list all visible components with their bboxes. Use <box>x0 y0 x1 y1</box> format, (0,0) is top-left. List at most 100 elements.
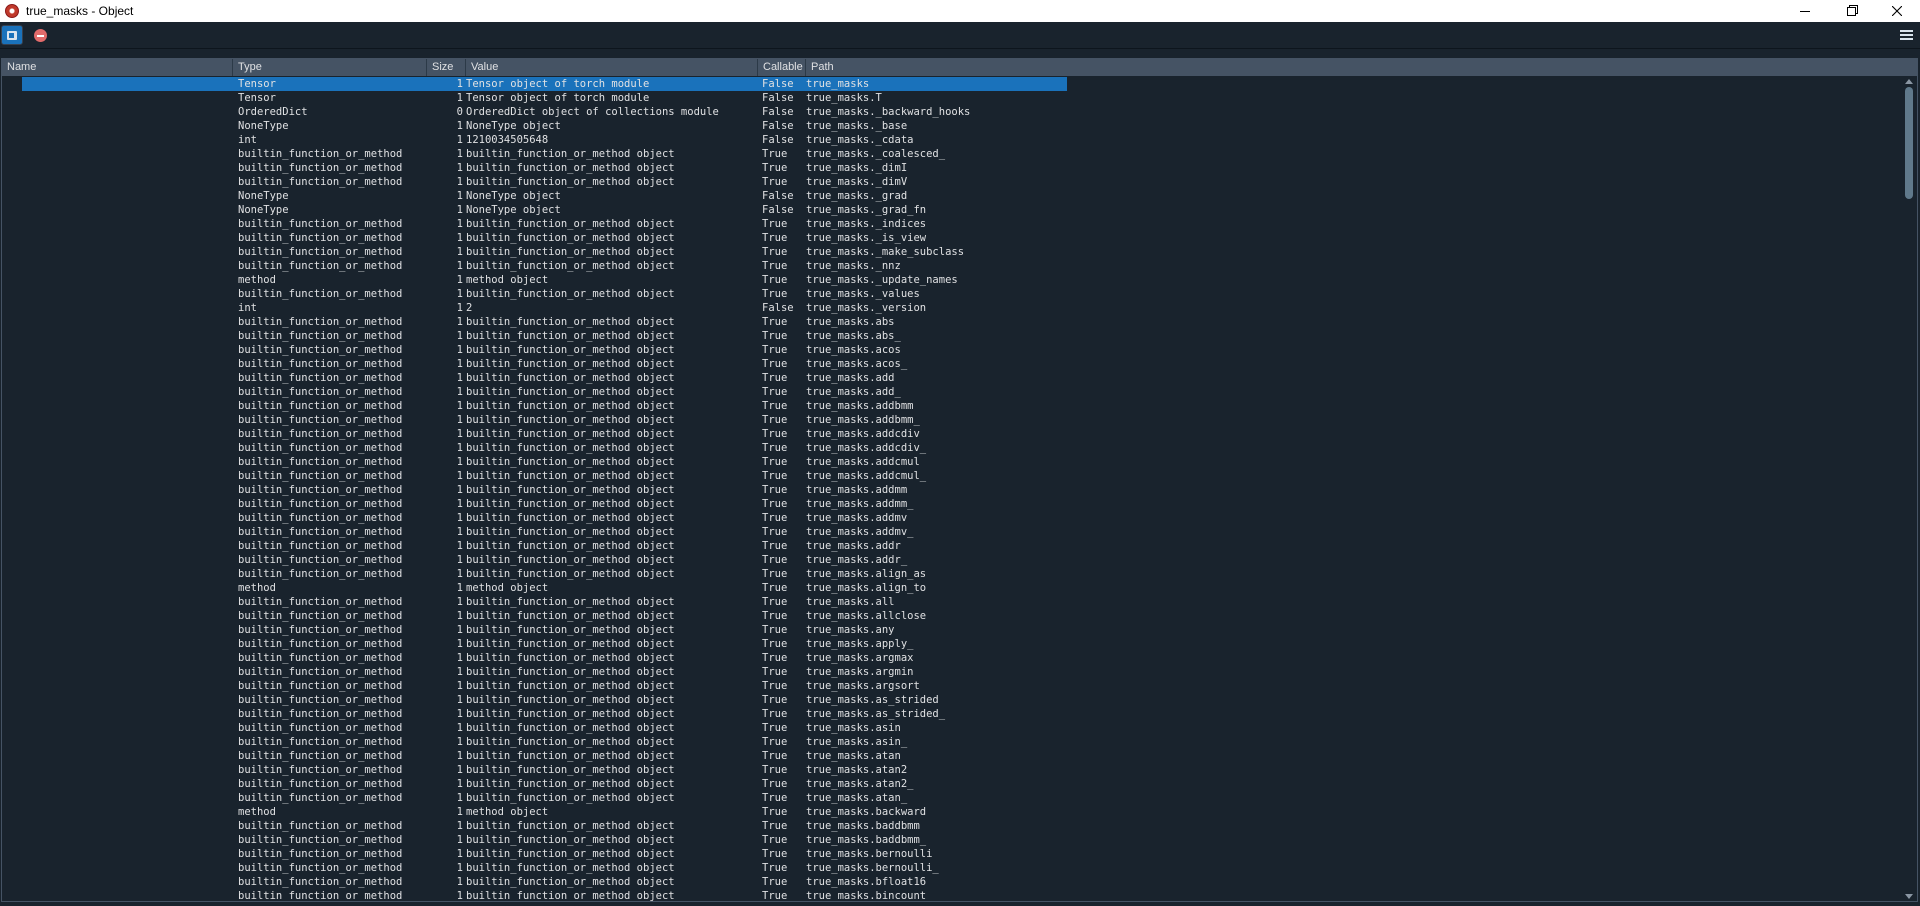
row-value: builtin_function_or_method object <box>466 176 675 188</box>
column-header-name[interactable]: Name <box>2 59 233 76</box>
table-row[interactable]: absbuiltin_function_or_method1builtin_fu… <box>2 315 1902 329</box>
options-menu-button[interactable] <box>1895 25 1917 45</box>
row-size: 1 <box>456 274 463 286</box>
table-row[interactable]: _gradNoneType1NoneType objectFalsetrue_m… <box>2 189 1902 203</box>
table-row[interactable]: _dimIbuiltin_function_or_method1builtin_… <box>2 161 1902 175</box>
row-callable: True <box>762 624 788 636</box>
table-row[interactable]: addcmul_builtin_function_or_method1built… <box>2 469 1902 483</box>
row-value: builtin_function_or_method object <box>466 722 675 734</box>
table-row[interactable]: bernoullibuiltin_function_or_method1buil… <box>2 847 1902 861</box>
table-row[interactable]: addmvbuiltin_function_or_method1builtin_… <box>2 511 1902 525</box>
row-type: method <box>238 274 276 286</box>
table-row[interactable]: _update_namesmethod1method objectTruetru… <box>2 273 1902 287</box>
close-button[interactable] <box>1874 0 1920 22</box>
table-row[interactable]: bfloat16builtin_function_or_method1built… <box>2 875 1902 889</box>
table-row[interactable]: abs_builtin_function_or_method1builtin_f… <box>2 329 1902 343</box>
table-row-root[interactable]: true_masks Tensor 1 Tensor object of tor… <box>2 77 1902 91</box>
object-view-button[interactable] <box>1 25 23 45</box>
row-callable: False <box>762 78 794 90</box>
table-row[interactable]: _valuesbuiltin_function_or_method1builti… <box>2 287 1902 301</box>
column-header-value[interactable]: Value <box>466 59 758 76</box>
table-row[interactable]: _coalesced_builtin_function_or_method1bu… <box>2 147 1902 161</box>
table-row[interactable]: _indicesbuiltin_function_or_method1built… <box>2 217 1902 231</box>
table-row[interactable]: _grad_fnNoneType1NoneType objectFalsetru… <box>2 203 1902 217</box>
row-type: builtin_function_or_method <box>238 820 403 832</box>
table-row[interactable]: baddbmm_builtin_function_or_method1built… <box>2 833 1902 847</box>
table-row[interactable]: bincountbuiltin_function_or_method1built… <box>2 889 1902 901</box>
table-row[interactable]: allbuiltin_function_or_method1builtin_fu… <box>2 595 1902 609</box>
table-row[interactable]: anybuiltin_function_or_method1builtin_fu… <box>2 623 1902 637</box>
table-row[interactable]: apply_builtin_function_or_method1builtin… <box>2 637 1902 651</box>
row-path: true_masks.addcdiv <box>806 428 920 440</box>
table-row[interactable]: atanbuiltin_function_or_method1builtin_f… <box>2 749 1902 763</box>
row-type: method <box>238 582 276 594</box>
table-row[interactable]: align_asbuiltin_function_or_method1built… <box>2 567 1902 581</box>
table-row[interactable]: allclosebuiltin_function_or_method1built… <box>2 609 1902 623</box>
table-row[interactable]: atan2_builtin_function_or_method1builtin… <box>2 777 1902 791</box>
row-value: builtin_function_or_method object <box>466 820 675 832</box>
table-row[interactable]: addbmmbuiltin_function_or_method1builtin… <box>2 399 1902 413</box>
row-value: builtin_function_or_method object <box>466 316 675 328</box>
column-header-type[interactable]: Type <box>233 59 427 76</box>
row-size: 1 <box>456 820 463 832</box>
table-row[interactable]: atan_builtin_function_or_method1builtin_… <box>2 791 1902 805</box>
row-callable: False <box>762 302 794 314</box>
table-row[interactable]: addrbuiltin_function_or_method1builtin_f… <box>2 539 1902 553</box>
row-path: true_masks._grad <box>806 190 908 202</box>
table-row[interactable]: asinbuiltin_function_or_method1builtin_f… <box>2 721 1902 735</box>
table-row[interactable]: argminbuiltin_function_or_method1builtin… <box>2 665 1902 679</box>
table-row[interactable]: addcdiv_builtin_function_or_method1built… <box>2 441 1902 455</box>
row-type: builtin_function_or_method <box>238 442 403 454</box>
table-row[interactable]: baddbmmbuiltin_function_or_method1builti… <box>2 819 1902 833</box>
column-header-path[interactable]: Path <box>806 59 1916 76</box>
table-row[interactable]: _versionint12Falsetrue_masks._version <box>2 301 1902 315</box>
table-row[interactable]: addmmbuiltin_function_or_method1builtin_… <box>2 483 1902 497</box>
table-row[interactable]: argsortbuiltin_function_or_method1builti… <box>2 679 1902 693</box>
column-header-size[interactable]: Size <box>427 59 466 76</box>
table-row[interactable]: asin_builtin_function_or_method1builtin_… <box>2 735 1902 749</box>
row-value: builtin_function_or_method object <box>466 162 675 174</box>
table-row[interactable]: _make_subclassbuiltin_function_or_method… <box>2 245 1902 259</box>
stop-button[interactable] <box>29 25 51 45</box>
table-row[interactable]: addmm_builtin_function_or_method1builtin… <box>2 497 1902 511</box>
table-row[interactable]: as_stridedbuiltin_function_or_method1bui… <box>2 693 1902 707</box>
row-size: 1 <box>456 456 463 468</box>
table-row[interactable]: _dimVbuiltin_function_or_method1builtin_… <box>2 175 1902 189</box>
table-row[interactable]: bernoulli_builtin_function_or_method1bui… <box>2 861 1902 875</box>
table-row[interactable]: addbmm_builtin_function_or_method1builti… <box>2 413 1902 427</box>
table-row[interactable]: _nnzbuiltin_function_or_method1builtin_f… <box>2 259 1902 273</box>
table-row[interactable]: add_builtin_function_or_method1builtin_f… <box>2 385 1902 399</box>
table-row[interactable]: acosbuiltin_function_or_method1builtin_f… <box>2 343 1902 357</box>
row-callable: False <box>762 204 794 216</box>
table-row[interactable]: addcmulbuiltin_function_or_method1builti… <box>2 455 1902 469</box>
table-row[interactable]: addr_builtin_function_or_method1builtin_… <box>2 553 1902 567</box>
table-row[interactable]: atan2builtin_function_or_method1builtin_… <box>2 763 1902 777</box>
row-value: NoneType object <box>466 190 561 202</box>
table-row[interactable]: addcdivbuiltin_function_or_method1builti… <box>2 427 1902 441</box>
row-size: 1 <box>456 148 463 160</box>
row-callable: True <box>762 498 788 510</box>
row-value: builtin_function_or_method object <box>466 876 675 888</box>
row-path: true_masks.bincount <box>806 890 927 901</box>
table-row[interactable]: addmv_builtin_function_or_method1builtin… <box>2 525 1902 539</box>
vertical-scrollbar[interactable] <box>1903 77 1915 901</box>
table-row[interactable]: argmaxbuiltin_function_or_method1builtin… <box>2 651 1902 665</box>
table-row[interactable]: as_strided_builtin_function_or_method1bu… <box>2 707 1902 721</box>
table-row[interactable]: align_tomethod1method objectTruetrue_mas… <box>2 581 1902 595</box>
table-row[interactable]: TTensor1Tensor object of torch moduleFal… <box>2 91 1902 105</box>
table-row[interactable]: acos_builtin_function_or_method1builtin_… <box>2 357 1902 371</box>
minimize-button[interactable] <box>1782 0 1828 22</box>
table-row[interactable]: _baseNoneType1NoneType objectFalsetrue_m… <box>2 119 1902 133</box>
table-row[interactable]: backwardmethod1method objectTruetrue_mas… <box>2 805 1902 819</box>
table-row[interactable]: _backward_hooksOrderedDict0OrderedDict o… <box>2 105 1902 119</box>
scroll-up-icon[interactable] <box>1905 79 1913 84</box>
maximize-button[interactable] <box>1828 0 1874 22</box>
column-header-callable[interactable]: Callable <box>758 59 806 76</box>
table-row[interactable]: _is_viewbuiltin_function_or_method1built… <box>2 231 1902 245</box>
scrollbar-thumb[interactable] <box>1905 87 1913 199</box>
table-row[interactable]: addbuiltin_function_or_method1builtin_fu… <box>2 371 1902 385</box>
row-path: true_masks.acos_ <box>806 358 908 370</box>
table-row[interactable]: _cdataint11210034505648Falsetrue_masks._… <box>2 133 1902 147</box>
window-controls <box>1782 0 1920 22</box>
scroll-down-icon[interactable] <box>1905 894 1913 899</box>
